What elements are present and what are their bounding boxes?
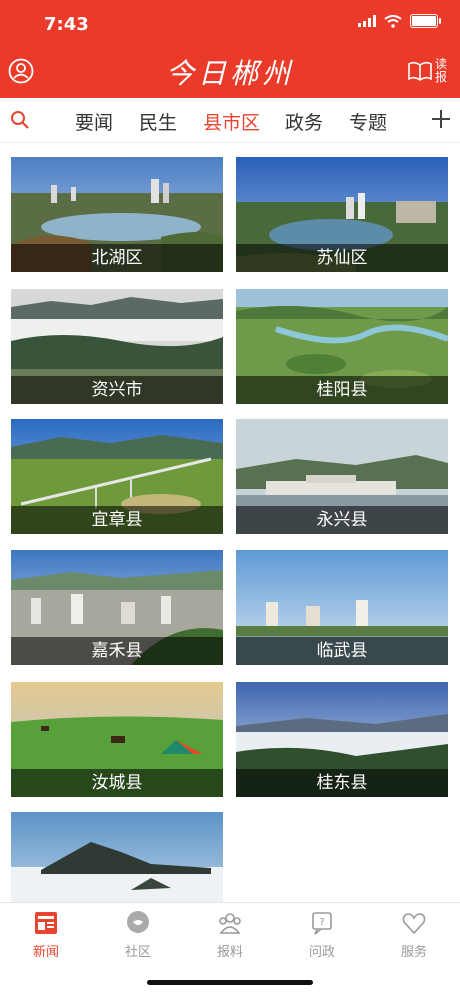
nav-community[interactable]: 社区 <box>92 909 184 960</box>
nav-label: 新闻 <box>32 945 59 960</box>
tab-fade-right <box>408 102 426 138</box>
region-card-linwu[interactable]: 临武县 <box>236 550 448 665</box>
report-tip-icon <box>219 913 241 934</box>
region-label: 临武县 <box>236 637 448 665</box>
tab-zhengwu[interactable]: 政务 <box>285 108 323 135</box>
region-label: 嘉禾县 <box>11 637 223 665</box>
tab-minsheng[interactable]: 民生 <box>139 108 177 135</box>
region-label: 桂阳县 <box>236 376 448 404</box>
region-label: 桂东县 <box>236 769 448 797</box>
add-channel-icon[interactable] <box>430 108 452 130</box>
search-icon[interactable] <box>10 110 30 130</box>
region-label: 宜章县 <box>11 506 223 534</box>
region-card-partial[interactable] <box>11 812 223 902</box>
wifi-icon <box>384 14 402 28</box>
read-label-bottom: 报 <box>434 70 447 84</box>
signal-icon <box>358 15 376 27</box>
service-icon <box>402 913 426 935</box>
nav-service[interactable]: 服务 <box>368 909 460 960</box>
open-book-icon <box>408 61 432 81</box>
region-card-zixing[interactable]: 资兴市 <box>11 289 223 404</box>
home-indicator <box>147 980 313 985</box>
region-card-beihu[interactable]: 北湖区 <box>11 157 223 272</box>
region-label: 资兴市 <box>11 376 223 404</box>
read-newspaper-button[interactable]: 读 报 <box>408 58 448 84</box>
nav-label: 报料 <box>216 945 243 960</box>
battery-icon <box>410 14 441 28</box>
nav-ask-gov[interactable]: ? 问政 <box>276 909 368 960</box>
cloud-peak-photo <box>11 812 223 902</box>
region-label: 北湖区 <box>11 244 223 272</box>
tab-yaowen[interactable]: 要闻 <box>75 108 113 135</box>
region-card-yizhang[interactable]: 宜章县 <box>11 419 223 534</box>
region-label: 苏仙区 <box>236 244 448 272</box>
tab-zhuanti[interactable]: 专题 <box>349 108 387 135</box>
region-card-rucheng[interactable]: 汝城县 <box>11 682 223 797</box>
channel-tabbar: 要闻 民生 县市区 政务 专题 <box>0 98 460 143</box>
region-card-yongxing[interactable]: 永兴县 <box>236 419 448 534</box>
region-grid: 北湖区 苏仙区 资兴市 桂阳县 宜章县 永兴县 嘉禾县 临武县 汝城县 桂东县 <box>0 142 460 902</box>
app-title: 今日郴州 <box>165 57 294 90</box>
region-card-guidong[interactable]: 桂东县 <box>236 682 448 797</box>
tab-fade-left <box>34 102 52 138</box>
nav-label: 问政 <box>308 945 335 960</box>
nav-label: 服务 <box>400 945 427 960</box>
nav-label: 社区 <box>124 945 151 960</box>
community-icon <box>127 911 149 933</box>
news-icon <box>35 912 57 934</box>
region-card-jiahe[interactable]: 嘉禾县 <box>11 550 223 665</box>
nav-report-tip[interactable]: 报料 <box>184 909 276 960</box>
region-card-suxian[interactable]: 苏仙区 <box>236 157 448 272</box>
region-label: 汝城县 <box>11 769 223 797</box>
tab-county-districts[interactable]: 县市区 <box>203 108 260 135</box>
region-label: 永兴县 <box>236 506 448 534</box>
svg-text:?: ? <box>319 917 324 928</box>
status-time: 7:43 <box>44 14 89 35</box>
app-header: 7:43 今日郴州 读 报 <box>0 0 460 98</box>
region-card-guiyang[interactable]: 桂阳县 <box>236 289 448 404</box>
status-icons <box>358 14 441 28</box>
nav-news[interactable]: 新闻 <box>0 909 92 960</box>
ask-gov-icon: ? <box>312 912 332 935</box>
